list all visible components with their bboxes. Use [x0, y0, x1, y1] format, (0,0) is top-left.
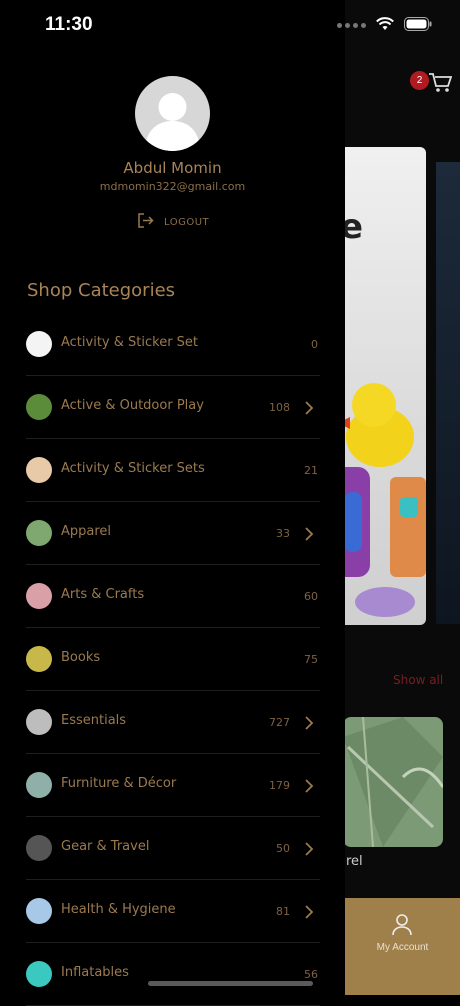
- user-name: Abdul Momin: [123, 159, 222, 177]
- wifi-icon: [376, 16, 394, 35]
- category-label: Activity & Sticker Sets: [61, 461, 205, 476]
- show-all-link[interactable]: Show all: [393, 673, 443, 687]
- chevron-right-icon[interactable]: [304, 400, 314, 419]
- category-thumbnail: [26, 457, 52, 483]
- category-label: Active & Outdoor Play: [61, 398, 204, 413]
- category-row[interactable]: Activity & Sticker Set 0: [26, 313, 320, 376]
- person-icon: [392, 914, 412, 940]
- cart-badge: 2: [410, 71, 429, 90]
- category-thumbnail: [26, 961, 52, 987]
- category-list: Activity & Sticker Set 0 Active & Outdoor …: [26, 313, 320, 1006]
- category-label: Health & Hygiene: [61, 902, 176, 917]
- category-label: Inflatables: [61, 965, 129, 980]
- tab-label: My Account: [376, 942, 429, 953]
- category-label: Essentials: [61, 713, 127, 728]
- logout-label: LOGOUT: [164, 217, 210, 228]
- logout-button[interactable]: LOGOUT: [137, 212, 209, 233]
- chevron-right-icon[interactable]: [304, 841, 314, 860]
- category-label: Apparel: [61, 524, 112, 539]
- category-thumbnail: [26, 772, 52, 798]
- category-row[interactable]: Arts & Crafts 60: [26, 565, 320, 628]
- category-label: Furniture & Décor: [61, 776, 177, 791]
- status-bar: 11:30: [0, 0, 460, 54]
- category-row[interactable]: Furniture & Décor 179: [26, 754, 320, 817]
- category-thumbnail: [26, 898, 52, 924]
- category-thumbnail: [26, 646, 52, 672]
- battery-icon: [404, 16, 432, 35]
- category-row[interactable]: Inflatables 56: [26, 943, 320, 1006]
- category-label: Activity & Sticker Set: [61, 335, 199, 350]
- category-thumbnail: [26, 394, 52, 420]
- chevron-right-icon[interactable]: [304, 715, 314, 734]
- category-count: 60: [304, 590, 318, 603]
- category-label: Books: [61, 650, 101, 665]
- category-row[interactable]: Essentials 727: [26, 691, 320, 754]
- shop-categories-title: Shop Categories: [27, 280, 176, 301]
- category-thumbnail: [26, 331, 52, 357]
- avatar[interactable]: [135, 76, 210, 151]
- navigation-drawer: Abdul Momin mdmomin322@gmail.com LOGOUT …: [0, 0, 345, 1006]
- chevron-right-icon[interactable]: [304, 904, 314, 923]
- category-thumbnail: [26, 583, 52, 609]
- category-count: 727: [269, 716, 290, 729]
- category-card-label: rel: [346, 854, 363, 869]
- category-count: 75: [304, 653, 318, 666]
- category-row[interactable]: Active & Outdoor Play 108: [26, 376, 320, 439]
- status-time: 11:30: [45, 14, 93, 35]
- logout-icon: [137, 212, 154, 233]
- category-row[interactable]: Health & Hygiene 81: [26, 880, 320, 943]
- user-email: mdmomin322@gmail.com: [99, 180, 246, 193]
- category-thumbnail: [26, 709, 52, 735]
- category-count: 33: [276, 527, 290, 540]
- category-row[interactable]: Activity & Sticker Sets 21: [26, 439, 320, 502]
- category-count: 50: [276, 842, 290, 855]
- category-count: 21: [304, 464, 318, 477]
- category-card-image[interactable]: [343, 717, 443, 847]
- cellular-signal-icon: [337, 23, 366, 28]
- home-indicator: [148, 981, 313, 986]
- category-count: 179: [269, 779, 290, 792]
- category-row[interactable]: Books 75: [26, 628, 320, 691]
- category-row[interactable]: Apparel 33: [26, 502, 320, 565]
- bottom-tab-my-account[interactable]: My Account: [345, 898, 460, 995]
- chevron-right-icon[interactable]: [304, 778, 314, 797]
- category-label: Arts & Crafts: [61, 587, 145, 602]
- category-count: 56: [304, 968, 318, 981]
- chevron-right-icon[interactable]: [304, 526, 314, 545]
- category-count: 0: [311, 338, 318, 351]
- category-count: 81: [276, 905, 290, 918]
- cart-icon[interactable]: [428, 72, 453, 98]
- category-thumbnail: [26, 835, 52, 861]
- category-label: Gear & Travel: [61, 839, 150, 854]
- category-count: 108: [269, 401, 290, 414]
- category-thumbnail: [26, 520, 52, 546]
- next-banner-preview: [436, 162, 460, 624]
- category-row[interactable]: Gear & Travel 50: [26, 817, 320, 880]
